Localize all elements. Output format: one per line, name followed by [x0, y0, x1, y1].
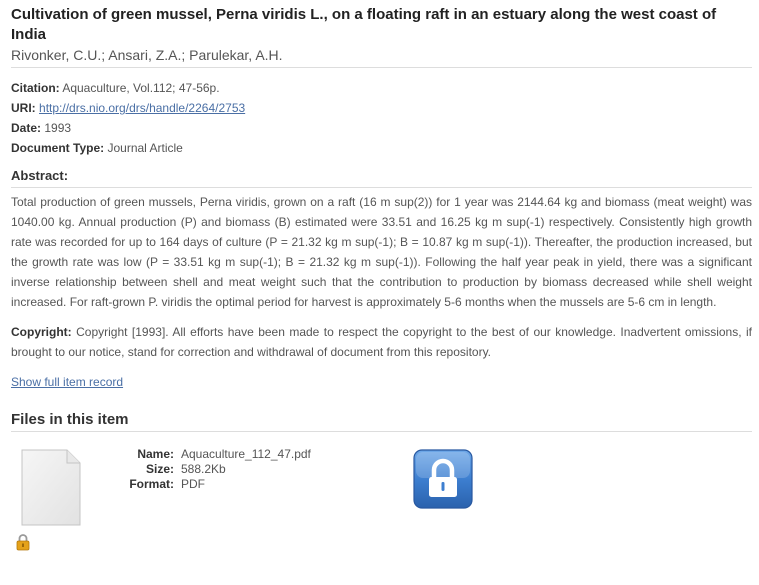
- uri-label: URI:: [11, 101, 36, 115]
- metadata-list: Citation: Aquaculture, Vol.112; 47-56p. …: [11, 78, 752, 158]
- file-format-label: Format:: [129, 477, 174, 491]
- item-title: Cultivation of green mussel, Perna virid…: [11, 6, 717, 43]
- restricted-lock-icon: [16, 533, 30, 551]
- padlock-access-icon[interactable]: [413, 449, 473, 509]
- file-size-value: 588.2Kb: [181, 462, 226, 476]
- doctype-label: Document Type:: [11, 141, 105, 155]
- document-thumbnail-icon[interactable]: [21, 449, 81, 526]
- file-entry: Name: Aquaculture_112_47.pdf Size: 588.2…: [11, 432, 752, 562]
- citation-row: Citation: Aquaculture, Vol.112; 47-56p.: [11, 78, 752, 98]
- file-name-row: Name: Aquaculture_112_47.pdf: [111, 447, 311, 462]
- copyright-notice: Copyright: Copyright [1993]. All efforts…: [11, 322, 752, 362]
- abstract-heading: Abstract:: [11, 167, 752, 188]
- uri-link[interactable]: http://drs.nio.org/drs/handle/2264/2753: [39, 101, 245, 115]
- date-value: 1993: [44, 121, 72, 135]
- file-format-row: Format: PDF: [111, 477, 311, 492]
- file-format-value: PDF: [181, 477, 205, 491]
- file-size-row: Size: 588.2Kb: [111, 462, 311, 477]
- item-authors: Rivonker, C.U.; Ansari, Z.A.; Parulekar,…: [11, 46, 752, 68]
- date-label: Date:: [11, 121, 42, 135]
- copyright-label: Copyright:: [11, 325, 72, 339]
- copyright-text: Copyright [1993]. All efforts have been …: [11, 325, 752, 359]
- files-heading: Files in this item: [11, 410, 752, 432]
- file-name-label: Name:: [137, 447, 174, 461]
- file-details: Name: Aquaculture_112_47.pdf Size: 588.2…: [111, 447, 311, 492]
- uri-row: URI: http://drs.nio.org/drs/handle/2264/…: [11, 98, 752, 118]
- citation-value: Aquaculture, Vol.112; 47-56p.: [62, 81, 220, 95]
- abstract-text: Total production of green mussels, Perna…: [11, 195, 752, 309]
- file-name-value: Aquaculture_112_47.pdf: [181, 447, 311, 461]
- doctype-row: Document Type: Journal Article: [11, 138, 752, 158]
- item-view: Cultivation of green mussel, Perna virid…: [11, 0, 752, 562]
- show-full-record-link[interactable]: Show full item record: [11, 373, 123, 391]
- date-row: Date: 1993: [11, 118, 752, 138]
- file-size-label: Size:: [145, 462, 174, 476]
- citation-label: Citation:: [11, 81, 60, 95]
- doctype-value: Journal Article: [107, 141, 183, 155]
